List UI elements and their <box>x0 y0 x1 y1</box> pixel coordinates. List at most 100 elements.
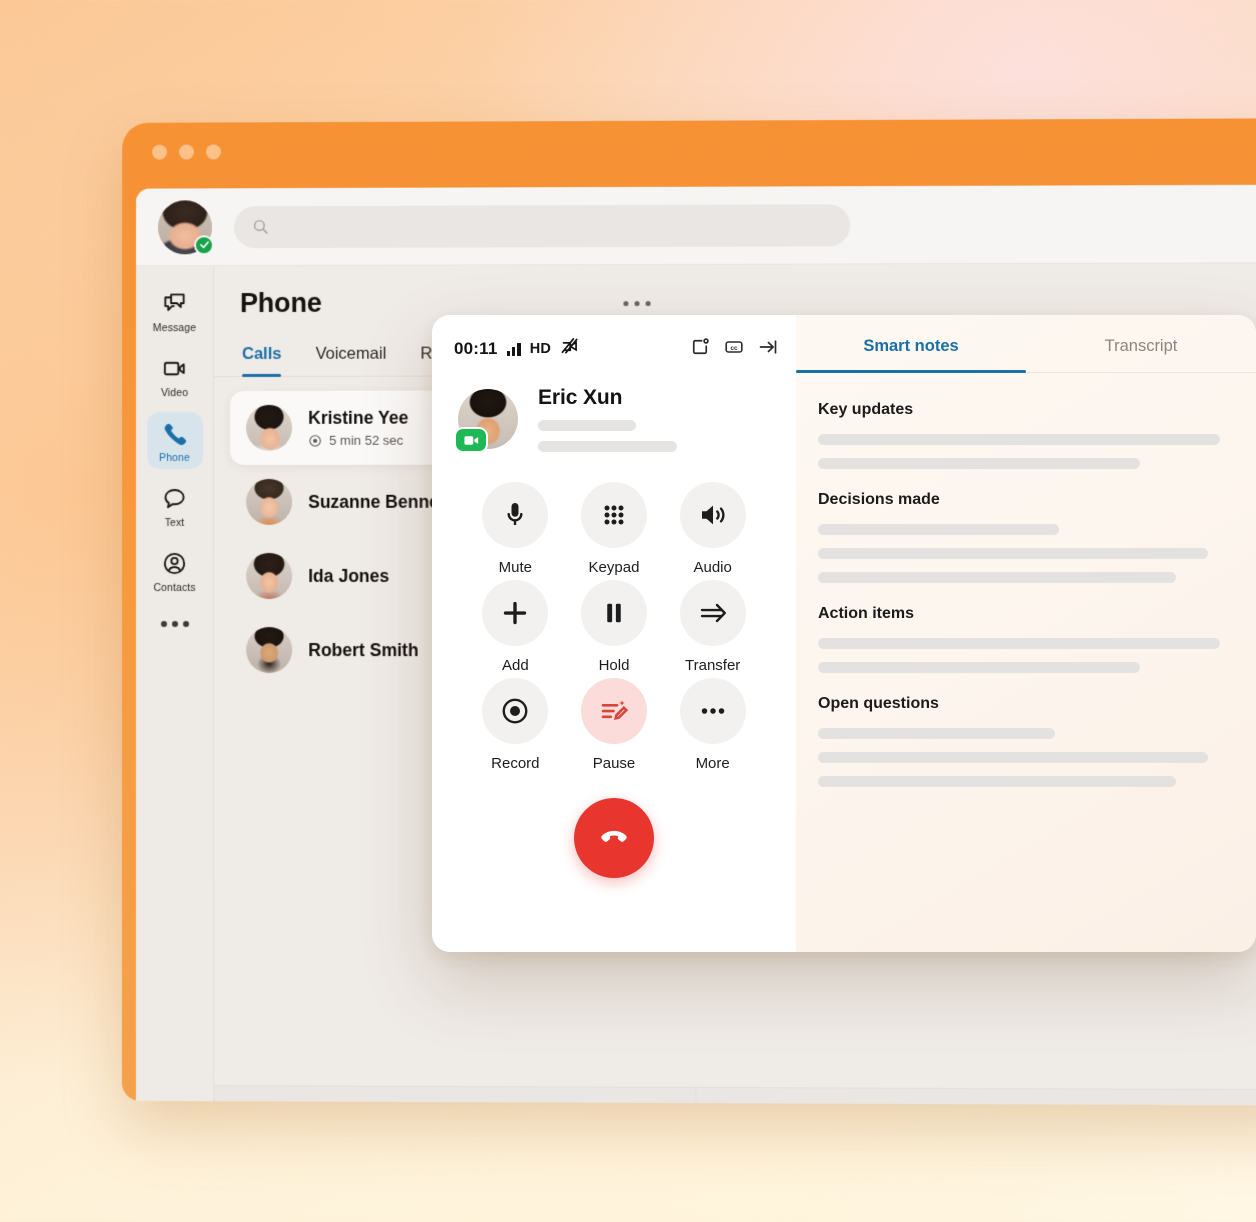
caller-info: Eric Xun <box>432 360 796 453</box>
dot <box>622 301 628 307</box>
sidebar-item-label: Video <box>160 387 189 400</box>
avatar <box>246 404 293 451</box>
sidebar-item-phone[interactable]: Phone <box>146 412 203 470</box>
pause-icon <box>580 580 647 646</box>
avatar <box>246 627 293 674</box>
dot <box>633 301 640 307</box>
control-label: Audio <box>693 559 732 576</box>
notes-section: Decisions made <box>818 491 1220 583</box>
smart-notes-panel: Smart notes Transcript Key updates Decis… <box>796 315 1256 952</box>
notes-section: Action items <box>818 605 1220 673</box>
caller-name: Eric Xun <box>538 386 623 409</box>
placeholder-bar <box>818 434 1220 445</box>
contacts-icon <box>161 550 188 577</box>
sidebar-item-video[interactable]: Video <box>147 347 203 404</box>
call-duration-text: 5 min 52 sec <box>329 432 404 448</box>
panel-divider <box>695 1086 697 1106</box>
sidebar-item-label: Text <box>164 516 185 529</box>
keypad-icon <box>580 482 647 548</box>
closed-captions-icon[interactable]: cc <box>724 337 744 357</box>
avatar <box>246 478 293 525</box>
sidebar-more-button[interactable] <box>160 621 189 628</box>
section-heading: Key updates <box>818 401 914 418</box>
placeholder-bar <box>818 662 1140 673</box>
app-topbar <box>136 184 1256 267</box>
audio-button[interactable]: Audio <box>663 482 762 576</box>
control-label: Mute <box>498 559 532 576</box>
end-call-button[interactable] <box>574 798 654 878</box>
call-contact-name: Suzanne Bennett <box>308 491 451 512</box>
active-call-modal: 00:11 HD cc Eric Xun Mute Keypad Audio A… <box>432 315 1256 952</box>
smart-notes-icon <box>580 678 647 744</box>
placeholder-bar <box>818 572 1176 583</box>
hold-button[interactable]: Hold <box>565 580 664 674</box>
search-icon <box>253 220 268 234</box>
pause-notes-button[interactable]: Pause <box>565 678 664 772</box>
minimize-button[interactable] <box>178 144 194 160</box>
tab-calls[interactable]: Calls <box>242 345 281 376</box>
sidebar-item-label: Contacts <box>153 581 196 594</box>
dot <box>645 301 651 307</box>
ellipsis-icon <box>679 678 746 744</box>
placeholder-bar <box>538 441 678 452</box>
notes-section: Open questions <box>818 695 1220 787</box>
svg-text:cc: cc <box>730 345 738 352</box>
control-label: Transfer <box>685 657 741 674</box>
placeholder-bar <box>818 548 1208 559</box>
dot <box>171 621 178 628</box>
tab-smart-notes[interactable]: Smart notes <box>796 315 1026 373</box>
signal-strength-icon <box>506 342 521 356</box>
mute-button[interactable]: Mute <box>466 482 565 576</box>
sidebar-item-label: Phone <box>159 452 190 465</box>
notes-section: Key updates <box>818 401 1220 469</box>
pop-out-icon[interactable] <box>690 337 710 357</box>
add-button[interactable]: Add <box>466 580 565 674</box>
left-nav-rail: Message Video Phone Text Contacts <box>135 266 215 1106</box>
collapse-right-icon[interactable] <box>758 337 778 357</box>
notes-body: Key updates Decisions made Action items … <box>796 373 1256 787</box>
keypad-button[interactable]: Keypad <box>565 482 664 576</box>
video-icon <box>161 355 188 382</box>
search-bar[interactable] <box>233 203 851 248</box>
placeholder-bar <box>818 728 1056 739</box>
more-button[interactable]: More <box>663 678 762 772</box>
arrow-right-icon <box>679 580 746 646</box>
call-contact-name: Robert Smith <box>308 639 419 660</box>
record-button[interactable]: Record <box>466 678 565 772</box>
dot <box>160 621 167 628</box>
placeholder-bar <box>818 524 1060 535</box>
call-header-actions: cc <box>690 337 778 357</box>
page-overflow-menu-button[interactable] <box>622 301 651 307</box>
call-controls-panel: 00:11 HD cc Eric Xun Mute Keypad Audio A… <box>432 315 796 952</box>
sidebar-item-message[interactable]: Message <box>147 282 203 339</box>
transfer-button[interactable]: Transfer <box>663 580 762 674</box>
tab-transcript[interactable]: Transcript <box>1026 315 1256 372</box>
call-control-grid: Mute Keypad Audio Add Hold Transfer Reco… <box>432 452 796 772</box>
close-button[interactable] <box>152 144 168 160</box>
sidebar-item-text[interactable]: Text <box>147 477 203 534</box>
sidebar-item-label: Message <box>152 322 197 335</box>
background-toolbar-strip <box>214 1085 1256 1106</box>
avatar[interactable] <box>158 199 214 255</box>
window-traffic-lights[interactable] <box>152 144 221 160</box>
tab-voicemail[interactable]: Voicemail <box>316 345 387 376</box>
placeholder-bar <box>538 420 636 431</box>
page-title: Phone <box>240 287 322 319</box>
tab-recordings[interactable]: R <box>420 345 432 376</box>
placeholder-bar <box>818 458 1140 469</box>
end-call-row <box>432 772 796 878</box>
placeholder-bar <box>818 752 1208 763</box>
main-header: Phone <box>214 263 1256 319</box>
text-icon <box>161 485 188 512</box>
search-input[interactable] <box>279 216 832 235</box>
video-off-icon <box>560 337 581 360</box>
control-label: Keypad <box>588 559 640 576</box>
control-label: Hold <box>598 657 630 674</box>
avatar <box>246 552 293 599</box>
maximize-button[interactable] <box>205 144 221 160</box>
call-timer: 00:11 <box>454 338 498 358</box>
call-duration: 5 min 52 sec <box>308 433 408 448</box>
sidebar-item-contacts[interactable]: Contacts <box>147 542 203 599</box>
status-badge-available <box>193 234 214 255</box>
notes-tabs: Smart notes Transcript <box>796 315 1256 373</box>
